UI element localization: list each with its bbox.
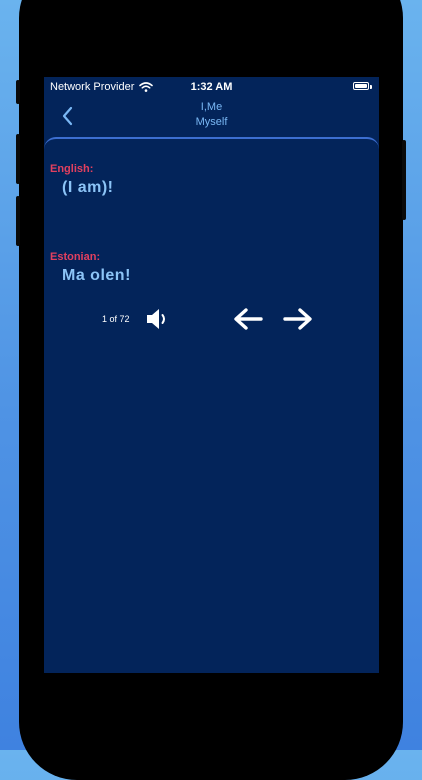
page-title-line1: I,Me xyxy=(200,101,223,113)
previous-phrase-button[interactable] xyxy=(232,306,264,332)
nav-bar: I,Me Myself xyxy=(44,97,379,137)
phrase-counter: 1 of 72 xyxy=(102,314,130,324)
phrase-card: English: (I am)! Estonian: Ma olen! xyxy=(44,137,379,673)
status-bar: Network Provider 1:32 AM xyxy=(44,77,379,97)
volume-up-button xyxy=(16,134,20,184)
phrase-controls: 1 of 72 xyxy=(44,302,379,336)
status-time: 1:32 AM xyxy=(190,81,233,93)
source-phrase: (I am)! xyxy=(62,179,114,196)
page-title-line2: Myself xyxy=(195,116,228,128)
speaker-icon xyxy=(147,309,165,329)
battery-icon xyxy=(353,82,369,90)
mute-switch xyxy=(16,80,20,104)
app-screen: Network Provider 1:32 AM I,Me Myself Eng… xyxy=(44,77,379,673)
power-button xyxy=(402,140,406,220)
target-language-label: Estonian: xyxy=(50,251,101,263)
battery-cap xyxy=(370,85,372,89)
page-title: I,Me Myself xyxy=(44,100,379,130)
source-language-label: English: xyxy=(50,163,94,175)
speaker-button[interactable] xyxy=(144,306,170,332)
arrow-left-icon xyxy=(234,308,263,330)
next-phrase-button[interactable] xyxy=(282,306,314,332)
target-phrase: Ma olen! xyxy=(62,267,131,284)
arrow-right-icon xyxy=(283,308,312,330)
battery-level xyxy=(355,84,367,88)
volume-down-button xyxy=(16,196,20,246)
